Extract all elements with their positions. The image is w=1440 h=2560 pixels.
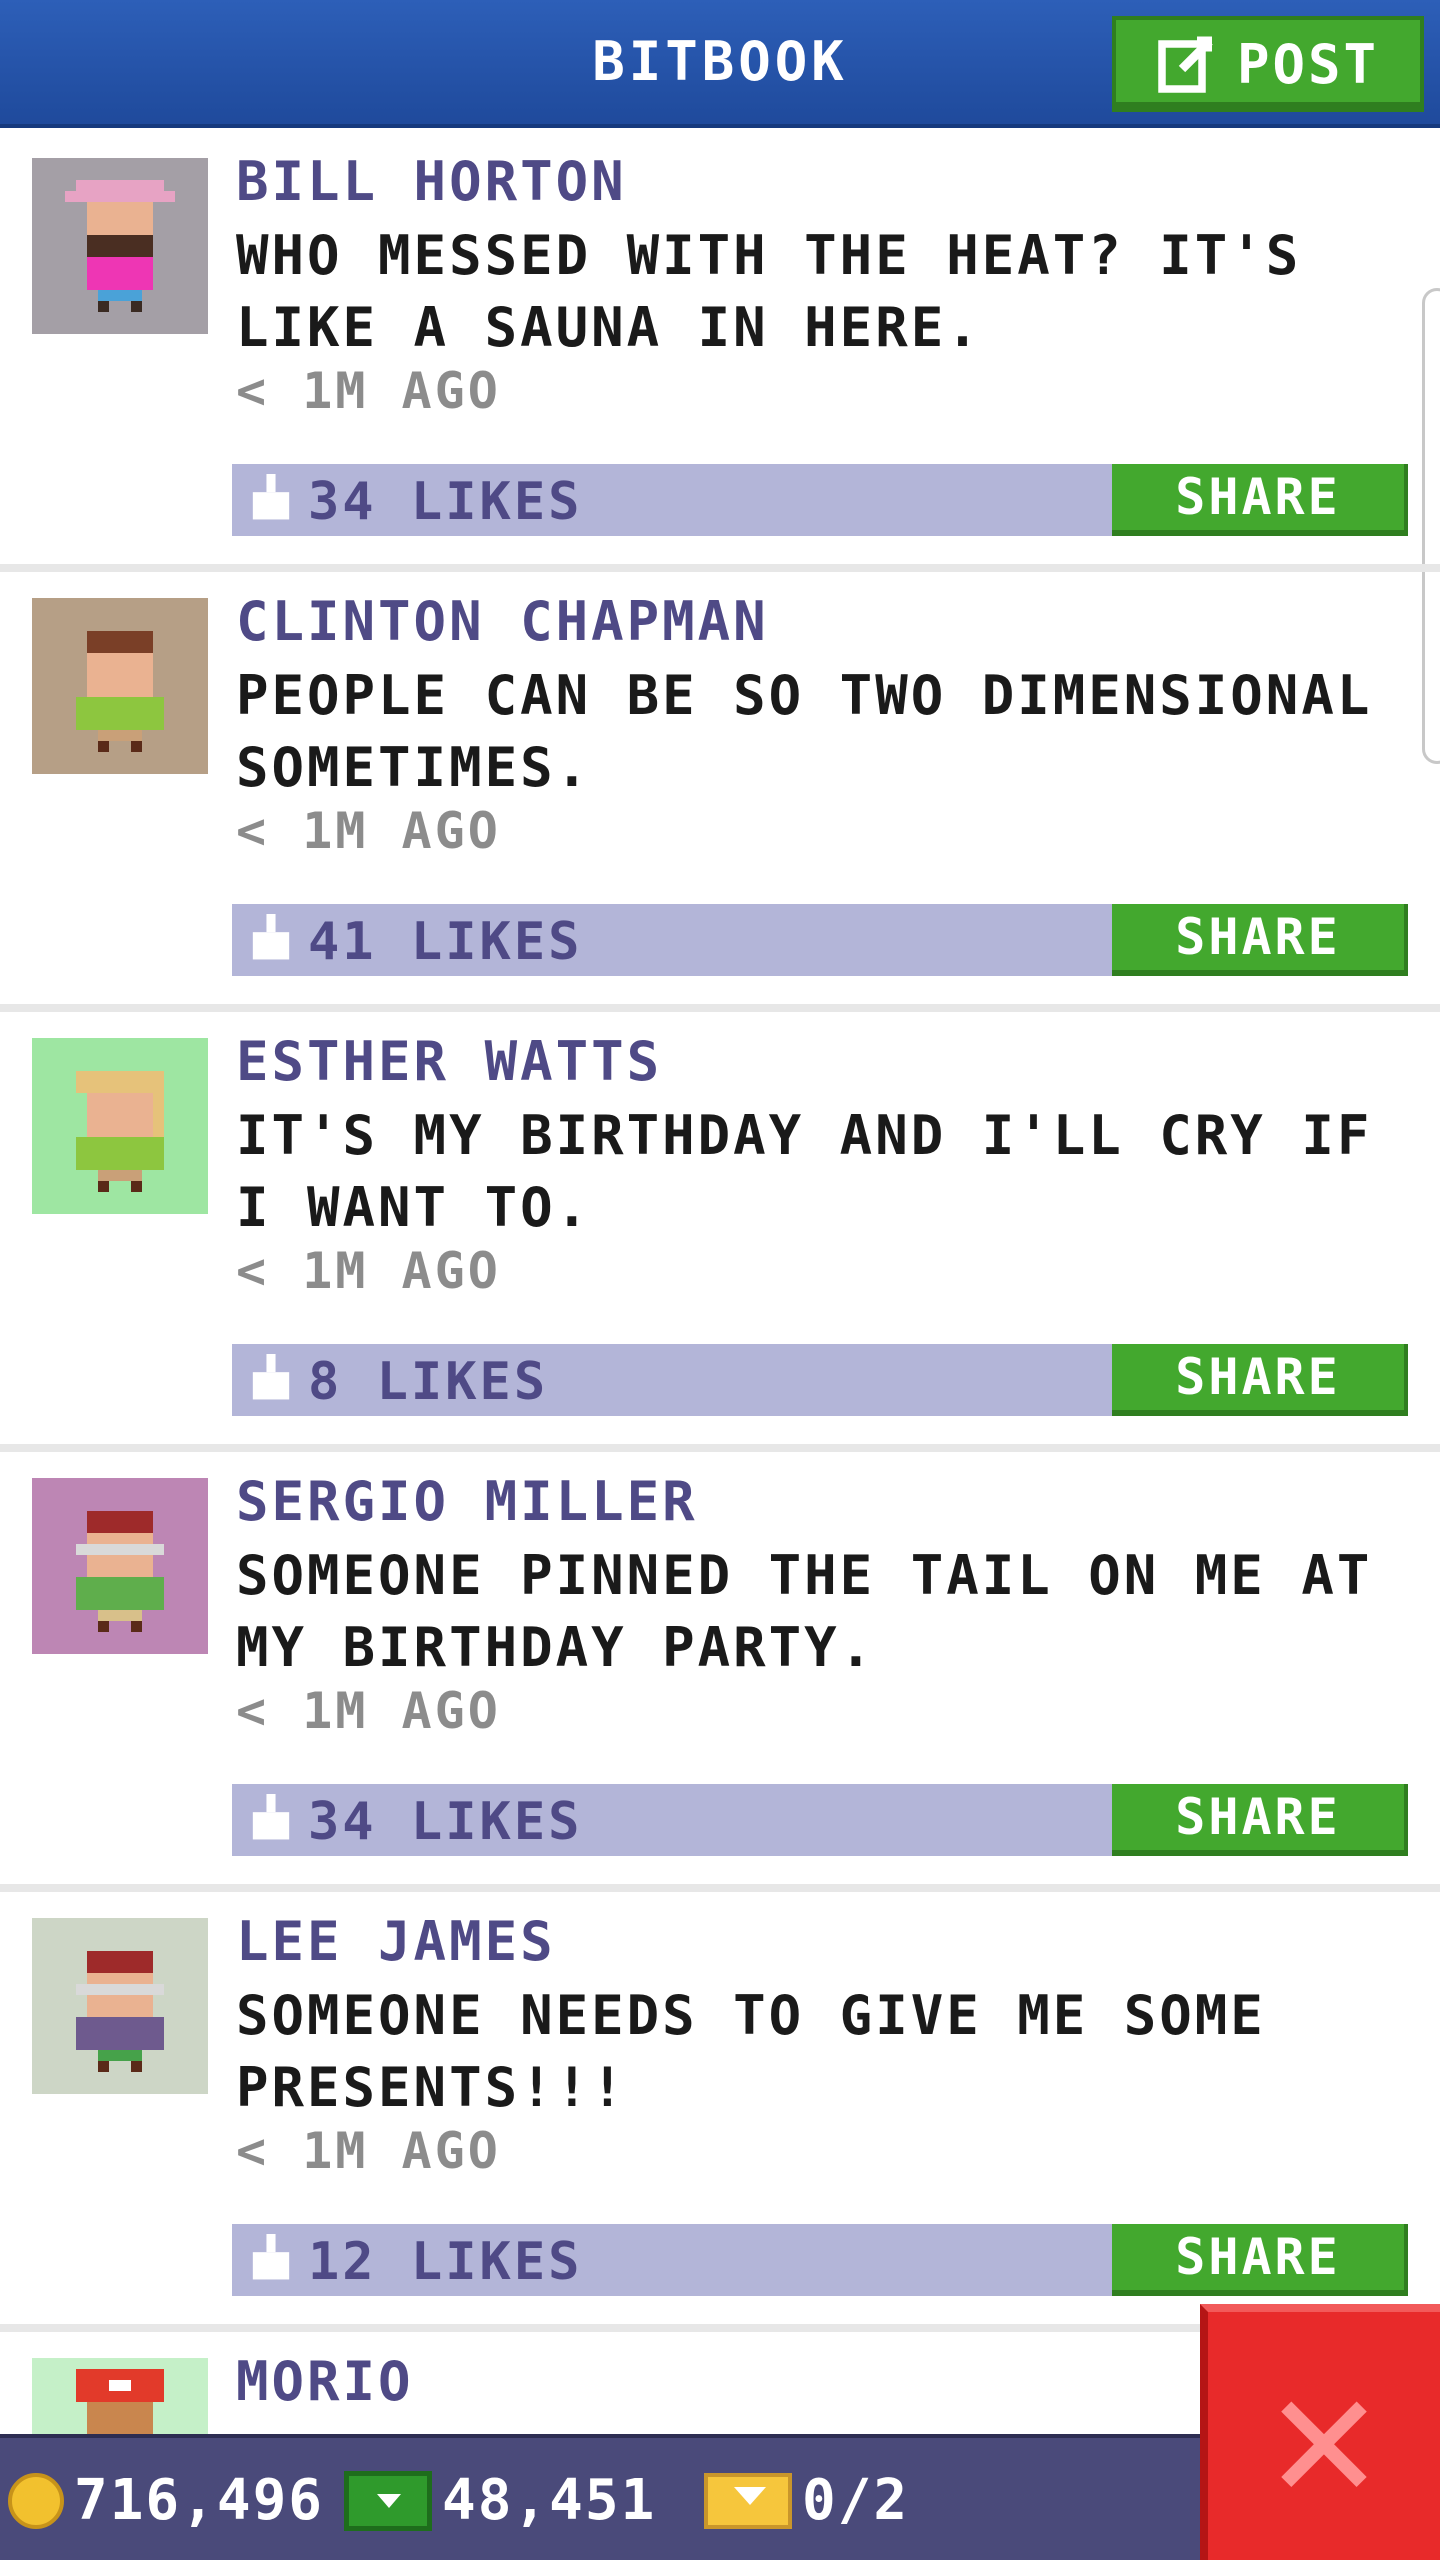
- feed-post: LEE JAMES SOMEONE NEEDS TO GIVE ME SOME …: [0, 1892, 1440, 2332]
- author-name: CLINTON CHAPMAN: [236, 590, 769, 653]
- avatar[interactable]: [32, 1478, 208, 1654]
- avatar-esther-icon: [32, 1038, 208, 1214]
- avatar-bill-icon: [32, 158, 208, 334]
- avatar[interactable]: [32, 158, 208, 334]
- like-count: 41 LIKES: [308, 912, 583, 972]
- post-message: IT'S MY BIRTHDAY AND I'LL CRY IF I WANT …: [236, 1104, 1373, 1239]
- avatar[interactable]: [32, 1038, 208, 1214]
- like-count: 8 LIKES: [308, 1352, 549, 1412]
- ticket-count: 0/2: [802, 2468, 910, 2533]
- post-time: < 1M AGO: [236, 802, 501, 860]
- author-name: BILL HORTON: [236, 150, 627, 213]
- thumbs-up-icon: [252, 2234, 290, 2280]
- post-message: WHO MESSED WITH THE HEAT? IT'S LIKE A SA…: [236, 224, 1302, 359]
- avatar-clinton-icon: [32, 598, 208, 774]
- feed-post: BILL HORTON WHO MESSED WITH THE HEAT? IT…: [0, 132, 1440, 572]
- author-name: LEE JAMES: [236, 1910, 556, 1973]
- thumbs-up-icon: [252, 914, 290, 960]
- author-name: MORIO: [236, 2350, 414, 2413]
- post-time: < 1M AGO: [236, 1682, 501, 1740]
- feed-list: BILL HORTON WHO MESSED WITH THE HEAT? IT…: [0, 132, 1440, 2534]
- feed-post: SERGIO MILLER SOMEONE PINNED THE TAIL ON…: [0, 1452, 1440, 1892]
- post-button[interactable]: POST: [1112, 16, 1424, 112]
- share-button[interactable]: SHARE: [1112, 2224, 1408, 2296]
- coin-icon: [8, 2472, 64, 2529]
- post-message: PEOPLE CAN BE SO TWO DIMENSIONAL SOMETIM…: [236, 664, 1373, 799]
- like-count: 34 LIKES: [308, 472, 583, 532]
- post-time: < 1M AGO: [236, 1242, 501, 1300]
- share-button[interactable]: SHARE: [1112, 464, 1408, 536]
- like-count: 12 LIKES: [308, 2232, 583, 2292]
- ticket-icon: [704, 2472, 792, 2529]
- ticket-stat: 0/2: [704, 2468, 909, 2533]
- close-button[interactable]: ✕: [1200, 2304, 1440, 2560]
- avatar[interactable]: [32, 1918, 208, 2094]
- bux-stat: 48,451: [344, 2468, 656, 2533]
- author-name: ESTHER WATTS: [236, 1030, 663, 1093]
- share-button[interactable]: SHARE: [1112, 1344, 1408, 1416]
- app-header: BITBOOK POST: [0, 0, 1440, 128]
- feed-post: CLINTON CHAPMAN PEOPLE CAN BE SO TWO DIM…: [0, 572, 1440, 1012]
- coin-stat: 716,496: [8, 2468, 324, 2533]
- share-button[interactable]: SHARE: [1112, 904, 1408, 976]
- post-message: SOMEONE PINNED THE TAIL ON ME AT MY BIRT…: [236, 1544, 1373, 1679]
- author-name: SERGIO MILLER: [236, 1470, 698, 1533]
- like-count: 34 LIKES: [308, 1792, 583, 1852]
- close-icon: ✕: [1269, 2331, 1379, 2540]
- avatar-sergio-icon: [32, 1478, 208, 1654]
- thumbs-up-icon: [252, 1794, 290, 1840]
- thumbs-up-icon: [252, 1354, 290, 1400]
- edit-icon: [1158, 36, 1213, 93]
- bux-count: 48,451: [442, 2468, 657, 2533]
- avatar[interactable]: [32, 598, 208, 774]
- coin-count: 716,496: [74, 2468, 325, 2533]
- thumbs-up-icon: [252, 474, 290, 520]
- feed-post: ESTHER WATTS IT'S MY BIRTHDAY AND I'LL C…: [0, 1012, 1440, 1452]
- post-time: < 1M AGO: [236, 2122, 501, 2180]
- post-time: < 1M AGO: [236, 362, 501, 420]
- share-button[interactable]: SHARE: [1112, 1784, 1408, 1856]
- post-button-label: POST: [1236, 32, 1380, 96]
- avatar-lee-icon: [32, 1918, 208, 2094]
- post-message: SOMEONE NEEDS TO GIVE ME SOME PRESENTS!!…: [236, 1984, 1266, 2119]
- bux-icon: [344, 2470, 432, 2531]
